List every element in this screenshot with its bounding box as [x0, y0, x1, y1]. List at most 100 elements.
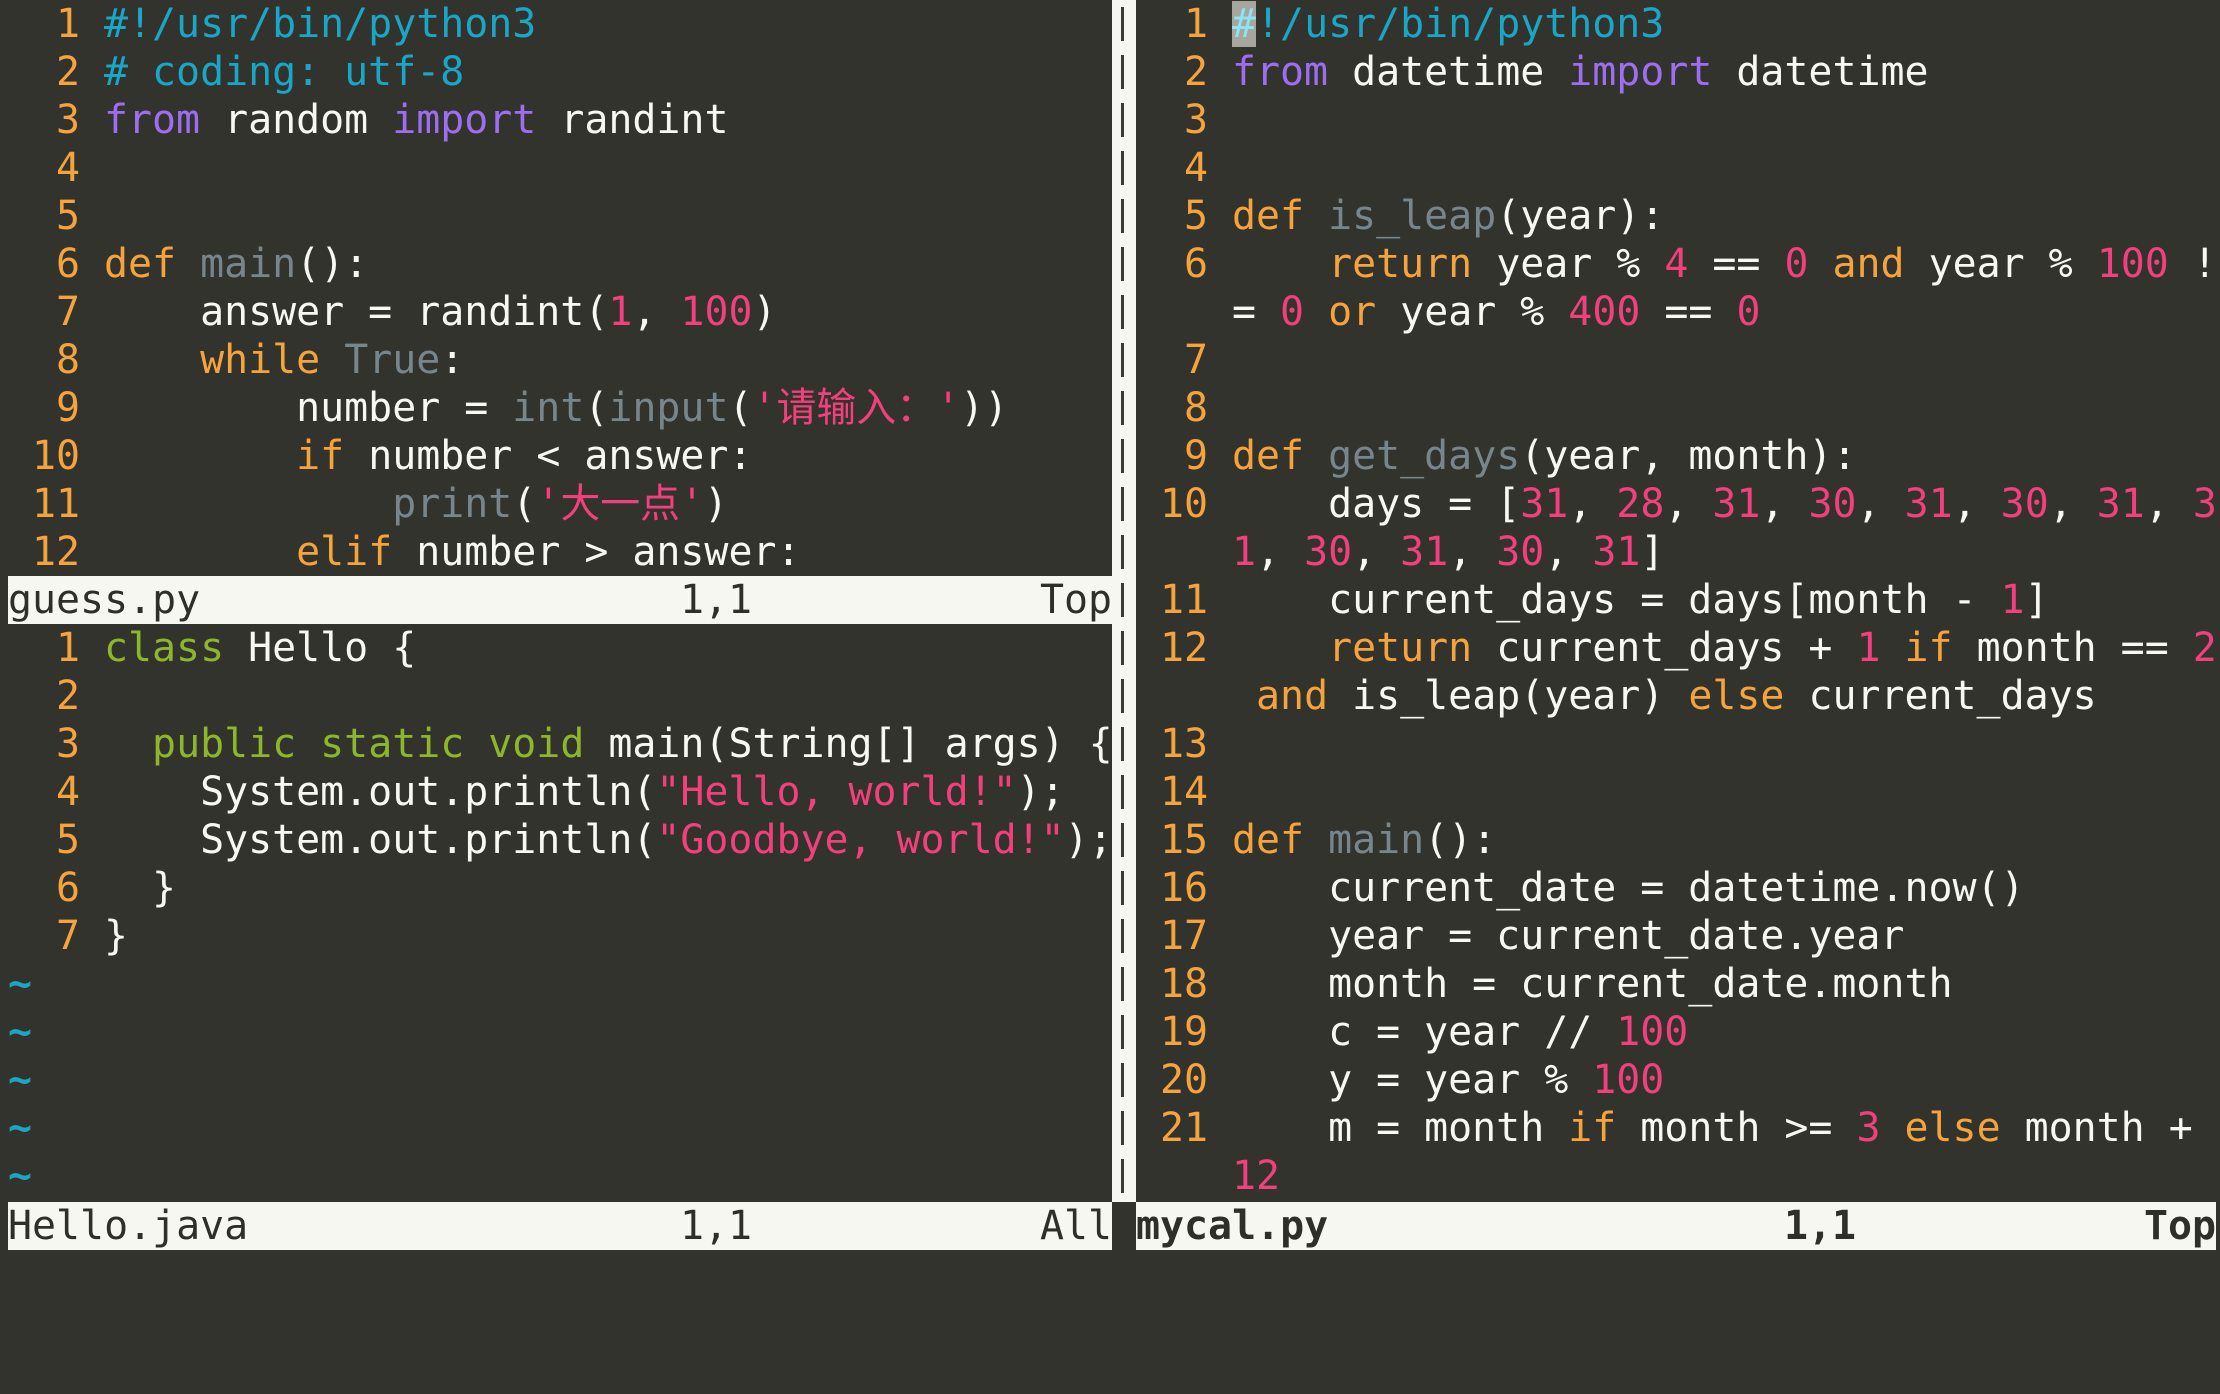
- code-line[interactable]: 3 public static void main(String[] args)…: [8, 720, 1112, 768]
- code-line[interactable]: 2: [8, 672, 1112, 720]
- tilde-marker: ~: [8, 961, 33, 1007]
- line-number: 11: [1159, 577, 1208, 623]
- import-keyword-token: from: [104, 97, 201, 143]
- code-line[interactable]: 1 class Hello {: [8, 624, 1112, 672]
- literal-token: 1: [608, 289, 633, 335]
- code-line[interactable]: 19 c = year // 100: [1136, 1008, 2220, 1056]
- code-text: ():: [296, 241, 369, 287]
- code-line[interactable]: 10 if number < answer:: [8, 432, 1112, 480]
- code-line[interactable]: 2 from datetime import datetime: [1136, 48, 2220, 96]
- code-line[interactable]: 21 m = month if month >= 3 else month +: [1136, 1104, 2220, 1152]
- status-bar-hello[interactable]: Hello.java 1,1 All: [8, 1202, 1112, 1250]
- status-scroll-position: All: [1039, 1203, 1112, 1249]
- code-text: ,: [1568, 481, 1617, 527]
- code-line[interactable]: 20 y = year % 100: [1136, 1056, 2220, 1104]
- code-text: :: [440, 337, 465, 383]
- separator-bar: [1121, 199, 1124, 233]
- code-text: current_days: [1784, 673, 2097, 719]
- code-text: ==: [1640, 289, 1737, 335]
- line-number: 10: [1159, 481, 1208, 527]
- vertical-split-separator[interactable]: [1112, 0, 1136, 1202]
- keyword-token: def: [104, 241, 177, 287]
- separator-bar: [1121, 151, 1124, 185]
- status-filename: mycal.py: [1136, 1203, 1329, 1249]
- code-line[interactable]: 4: [1136, 144, 2220, 192]
- code-line[interactable]: 15 def main():: [1136, 816, 2220, 864]
- code-line[interactable]: 7}: [8, 912, 1112, 960]
- separator-bar: [1121, 535, 1124, 569]
- code-line[interactable]: 4: [8, 144, 1112, 192]
- empty-line: ~: [8, 1008, 1112, 1056]
- separator-bar: [1121, 1159, 1124, 1193]
- code-line[interactable]: 12 return current_days + 1 if month == 2: [1136, 624, 2220, 672]
- code-line[interactable]: 10 days = [31, 28, 31, 30, 31, 30, 31, 3: [1136, 480, 2220, 528]
- code-line[interactable]: 12 elif number > answer:: [8, 528, 1112, 576]
- code-line[interactable]: 1 #!/usr/bin/python3: [8, 0, 1112, 48]
- literal-token: 30: [1808, 481, 1857, 527]
- status-scroll-position: Top: [1039, 577, 1112, 623]
- code-text: ,: [1448, 529, 1497, 575]
- code-line[interactable]: 3: [1136, 96, 2220, 144]
- keyword-token: while: [200, 337, 321, 383]
- code-line[interactable]: 16 current_date = datetime.now(): [1136, 864, 2220, 912]
- keyword-token: else: [1904, 1105, 2001, 1151]
- code-line[interactable]: 2 # coding: utf-8: [8, 48, 1112, 96]
- code-line[interactable]: 17 year = current_date.year: [1136, 912, 2220, 960]
- code-line[interactable]: 13: [1136, 720, 2220, 768]
- function-name-token: True: [344, 337, 441, 383]
- code-text: main(String[] args) {: [584, 721, 1112, 767]
- code-line[interactable]: 7 answer = randint(1, 100): [8, 288, 1112, 336]
- status-bar-guess[interactable]: guess.py 1,1 Top: [8, 576, 1112, 624]
- code-line[interactable]: 9 number = int(input('请输入：')): [8, 384, 1112, 432]
- code-text: ): [704, 481, 729, 527]
- literal-token: 31: [1712, 481, 1761, 527]
- code-line[interactable]: 4 System.out.println("Hello, world!");: [8, 768, 1112, 816]
- code-line[interactable]: 6 return year % 4 == 0 and year % 100 !: [1136, 240, 2220, 288]
- code-text: ,: [632, 289, 681, 335]
- code-text: System.out.println(: [104, 769, 657, 815]
- code-line[interactable]: 5 System.out.println("Goodbye, world!");: [8, 816, 1112, 864]
- editor-pane-mycal[interactable]: 1 #!/usr/bin/python3 2 from datetime import…: [1136, 0, 2220, 1202]
- code-text: random: [200, 97, 393, 143]
- code-line-wrap[interactable]: 1, 30, 31, 30, 31]: [1136, 528, 2220, 576]
- code-line[interactable]: 6 }: [8, 864, 1112, 912]
- code-line[interactable]: 9 def get_days(year, month):: [1136, 432, 2220, 480]
- code-line[interactable]: 14: [1136, 768, 2220, 816]
- code-line[interactable]: 6 def main():: [8, 240, 1112, 288]
- editor-pane-hello[interactable]: 1 class Hello {2 3 public static void main…: [8, 624, 1112, 1200]
- code-text: ():: [1424, 817, 1497, 863]
- keyword-token: elif: [296, 529, 393, 575]
- code-line[interactable]: 5 def is_leap(year):: [1136, 192, 2220, 240]
- code-line[interactable]: 11 print('大一点'): [8, 480, 1112, 528]
- code-line[interactable]: 8: [1136, 384, 2220, 432]
- code-line[interactable]: 1 #!/usr/bin/python3: [1136, 0, 2220, 48]
- separator-bar: [1121, 247, 1124, 281]
- code-line[interactable]: 3 from random import randint: [8, 96, 1112, 144]
- code-line-wrap[interactable]: 12: [1136, 1152, 2220, 1200]
- separator-bar: [1121, 727, 1124, 761]
- code-line[interactable]: 11 current_days = days[month - 1]: [1136, 576, 2220, 624]
- line-number: 13: [1159, 721, 1208, 767]
- code-text: is_leap(year): [1328, 673, 1689, 719]
- line-number: 5: [1183, 193, 1208, 239]
- status-cursor-position: 1,1: [1784, 1203, 1857, 1249]
- keyword-token: def: [1232, 817, 1305, 863]
- line-number: 6: [1183, 241, 1208, 287]
- status-bar-mycal[interactable]: mycal.py 1,1 Top: [1136, 1202, 2216, 1250]
- code-line[interactable]: 7: [1136, 336, 2220, 384]
- line-number: 1: [1183, 1, 1208, 47]
- code-line[interactable]: 5: [8, 192, 1112, 240]
- empty-line: ~: [8, 960, 1112, 1008]
- code-line[interactable]: 18 month = current_date.month: [1136, 960, 2220, 1008]
- separator-bar: [1121, 631, 1124, 665]
- code-text: m = month: [1232, 1105, 1569, 1151]
- code-line[interactable]: 8 while True:: [8, 336, 1112, 384]
- editor-pane-guess[interactable]: 1 #!/usr/bin/python3 2 # coding: utf-8 3 from…: [8, 0, 1112, 576]
- comment-token: # coding: utf-8: [104, 49, 465, 95]
- function-name-token: is_leap: [1328, 193, 1497, 239]
- code-line-wrap[interactable]: = 0 or year % 400 == 0: [1136, 288, 2220, 336]
- comment-token: #!/usr/bin/python3: [104, 1, 537, 47]
- empty-line: ~: [8, 1104, 1112, 1152]
- code-line-wrap[interactable]: and is_leap(year) else current_days: [1136, 672, 2220, 720]
